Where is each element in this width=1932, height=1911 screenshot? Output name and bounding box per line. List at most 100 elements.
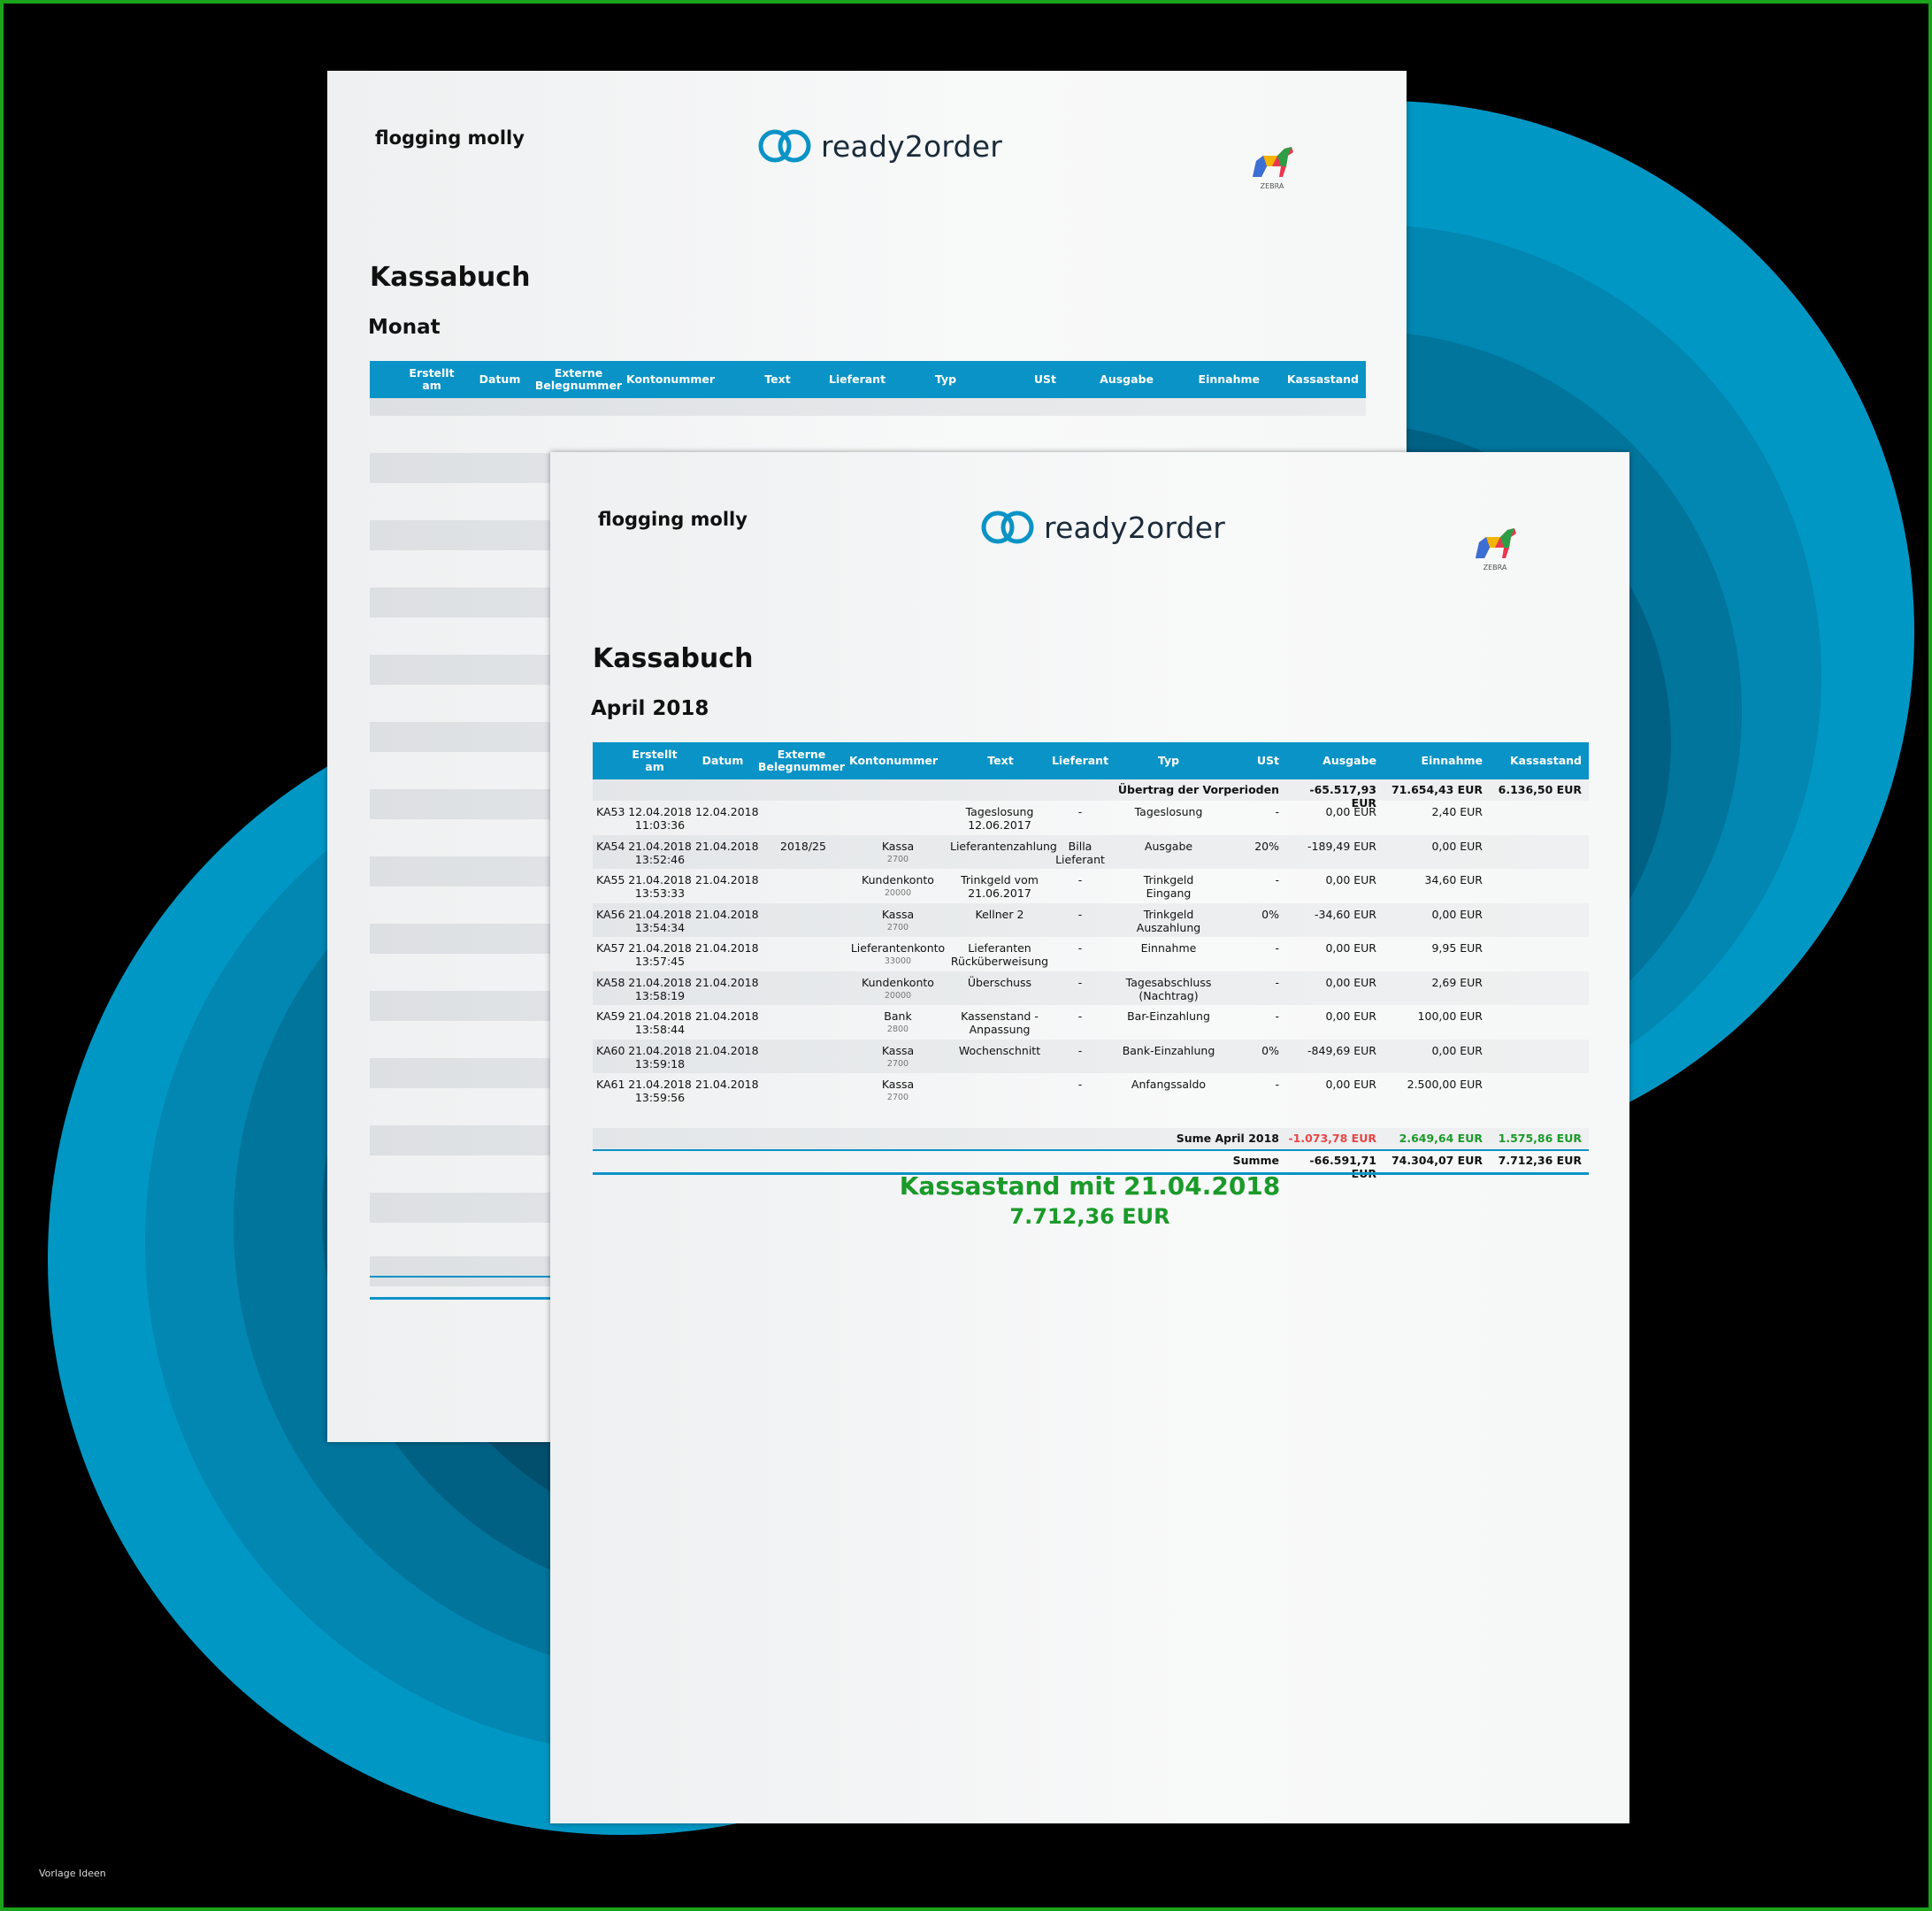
cell-lieferant: -: [1049, 1044, 1111, 1057]
cell-created-date: 21.04.2018: [628, 1009, 692, 1023]
col-text: Text: [764, 372, 791, 386]
cell-ausgabe: 0,00 EUR: [1288, 873, 1376, 886]
cell-text-value: Kellner 2: [975, 907, 1024, 921]
cell-lieferant: -: [1049, 805, 1111, 818]
zebra-label: ZEBRA: [1483, 564, 1507, 572]
cell-ausgabe: 0,00 EUR: [1288, 941, 1376, 955]
cell-ausgabe-value: 0,00 EUR: [1325, 805, 1376, 818]
cell-datum-value: 21.04.2018: [695, 839, 759, 853]
document-page-front: flogging molly ready2order ZEBRA Kassabu…: [550, 452, 1629, 1823]
cell-id: KA53: [596, 805, 626, 818]
cell-datum-value: 21.04.2018: [695, 975, 759, 989]
cell-konto-nr: 2700: [886, 922, 909, 932]
cell-ust-value: -: [1275, 805, 1279, 818]
cell-datum: 21.04.2018: [695, 839, 759, 853]
cell-einnahme-value: 2,40 EUR: [1431, 805, 1483, 818]
table-row: KA55 21.04.2018 13:53:33 21.04.2018 Kundenko…: [593, 869, 1589, 902]
cell-created-date: 21.04.2018: [628, 873, 692, 886]
cell-datum: 21.04.2018: [695, 1009, 759, 1023]
zebra-logo: ZEBRA: [1246, 142, 1299, 195]
cell-typ: Trinkgeld Eingang: [1120, 873, 1217, 900]
cell-beleg-value: 2018/25: [780, 839, 826, 853]
cell-einnahme-value: 0,00 EUR: [1431, 839, 1483, 853]
cell-typ: Einnahme: [1120, 941, 1217, 955]
cell-ausgabe: 0,00 EUR: [1288, 805, 1376, 818]
cell-konto-value: Bank: [884, 1009, 912, 1023]
total-row: Summe -66.591,71 EUR 74.304,07 EUR 7.712…: [593, 1151, 1589, 1180]
cell-typ-value: Trinkgeld Eingang: [1143, 873, 1194, 900]
cell-lieferant: Billa Lieferant: [1049, 840, 1111, 866]
month-sum-label: Sume April 2018: [1176, 1132, 1279, 1145]
screenshot-stage: flogging molly ready2order ZEBRA Kassabu…: [0, 0, 1932, 1911]
cell-text: Lieferantenzahlung: [950, 840, 1057, 853]
cell-id-value: KA53: [596, 805, 625, 818]
col-beleg: Externe Belegnummer: [534, 366, 623, 392]
cell-ausgabe: -34,60 EUR: [1288, 908, 1376, 921]
document-title: Kassabuch: [370, 262, 531, 293]
cell-konto: Bank 2800: [849, 1009, 947, 1036]
cell-created-date: 21.04.2018: [628, 1078, 692, 1091]
col-lieferant: Lieferant: [828, 372, 886, 386]
company-name: flogging molly: [598, 509, 748, 530]
cash-status-title: Kassastand mit 21.04.2018: [899, 1171, 1281, 1201]
cell-konto-value: Kassa: [881, 1043, 915, 1057]
cell-ust: -: [1226, 873, 1279, 886]
cell-created-date: 21.04.2018: [628, 941, 692, 955]
col-ausgabe: Ausgabe: [1322, 754, 1376, 767]
cell-typ-value: Tageslosung: [1134, 805, 1203, 818]
cell-id-value: KA58: [596, 975, 625, 989]
cell-created: 21.04.2018 13:54:34: [628, 908, 692, 934]
cell-ust: -: [1226, 941, 1279, 955]
cell-typ-value: Trinkgeld Auszahlung: [1136, 907, 1201, 934]
cell-created-time: 13:59:56: [634, 1091, 686, 1104]
col-text: Text: [987, 754, 1014, 767]
cell-ust-value: 0%: [1261, 1043, 1279, 1057]
cell-ausgabe: 0,00 EUR: [1288, 1078, 1376, 1091]
cell-lieferant: -: [1049, 1078, 1111, 1091]
col-einnahme: Einnahme: [1421, 754, 1483, 767]
cell-konto-value: Kassa: [881, 1078, 915, 1091]
table-row: KA57 21.04.2018 13:57:45 21.04.2018 Lieferan…: [593, 937, 1589, 971]
cell-ust: 20%: [1226, 840, 1279, 853]
cell-ausgabe-value: -189,49 EUR: [1307, 839, 1376, 853]
brand-logo: ready2order: [757, 126, 1002, 166]
cell-typ-value: Bar-Einzahlung: [1127, 1009, 1210, 1023]
table-header: Erstellt am Datum Externe Belegnummer Ko…: [593, 742, 1589, 779]
cell-created-date: 21.04.2018: [628, 1043, 692, 1057]
cell-created-time: 13:53:33: [634, 886, 686, 900]
cell-datum-value: 21.04.2018: [695, 1009, 759, 1023]
cell-lieferant: -: [1049, 1009, 1111, 1023]
cell-typ: Bank-Einzahlung: [1120, 1044, 1217, 1057]
ready2order-rings-icon: [758, 129, 811, 163]
cell-einnahme: 2,40 EUR: [1385, 805, 1483, 818]
cell-einnahme: 2.500,00 EUR: [1385, 1078, 1483, 1091]
cell-konto-nr: 33000: [884, 956, 912, 966]
cell-konto-nr: 2700: [886, 1058, 909, 1069]
cell-datum: 21.04.2018: [695, 975, 759, 989]
col-kassastand: Kassastand: [1509, 754, 1582, 767]
cell-konto-value: Lieferantenkonto: [850, 941, 946, 955]
cell-created-time: 13:54:34: [634, 920, 686, 934]
cell-konto-nr: 20000: [884, 990, 912, 1001]
cell-typ-value: Anfangssaldo: [1131, 1078, 1207, 1091]
table-row: KA61 21.04.2018 13:59:56 21.04.2018 Kassa 270…: [593, 1073, 1589, 1107]
cell-lieferant-value: -: [1077, 873, 1083, 886]
watermark-text: Vorlage Ideen: [39, 1868, 106, 1879]
cell-ausgabe-value: -34,60 EUR: [1314, 907, 1376, 921]
cell-lieferant-value: -: [1077, 907, 1083, 921]
col-typ: Typ: [934, 372, 957, 386]
cell-datum-value: 21.04.2018: [695, 941, 759, 955]
cell-typ-value: Bank-Einzahlung: [1122, 1043, 1215, 1057]
cell-created-date: 12.04.2018: [628, 805, 692, 818]
table-row: KA60 21.04.2018 13:59:18 21.04.2018 Kassa 270…: [593, 1039, 1589, 1073]
cell-created-time: 11:03:36: [634, 818, 686, 832]
month-sum-ausgabe: -1.073,78 EUR: [1288, 1132, 1376, 1145]
table-row: KA54 21.04.2018 13:52:46 21.04.2018 2018/25 K…: [593, 834, 1589, 869]
cell-lieferant-value: -: [1077, 1043, 1083, 1057]
cell-created: 21.04.2018 13:57:45: [628, 941, 692, 968]
cell-id-value: KA57: [596, 941, 625, 955]
zebra-label: ZEBRA: [1260, 182, 1284, 190]
cell-typ: Tageslosung: [1120, 805, 1217, 818]
cell-id: KA57: [596, 941, 626, 955]
cell-ust: -: [1226, 805, 1279, 818]
